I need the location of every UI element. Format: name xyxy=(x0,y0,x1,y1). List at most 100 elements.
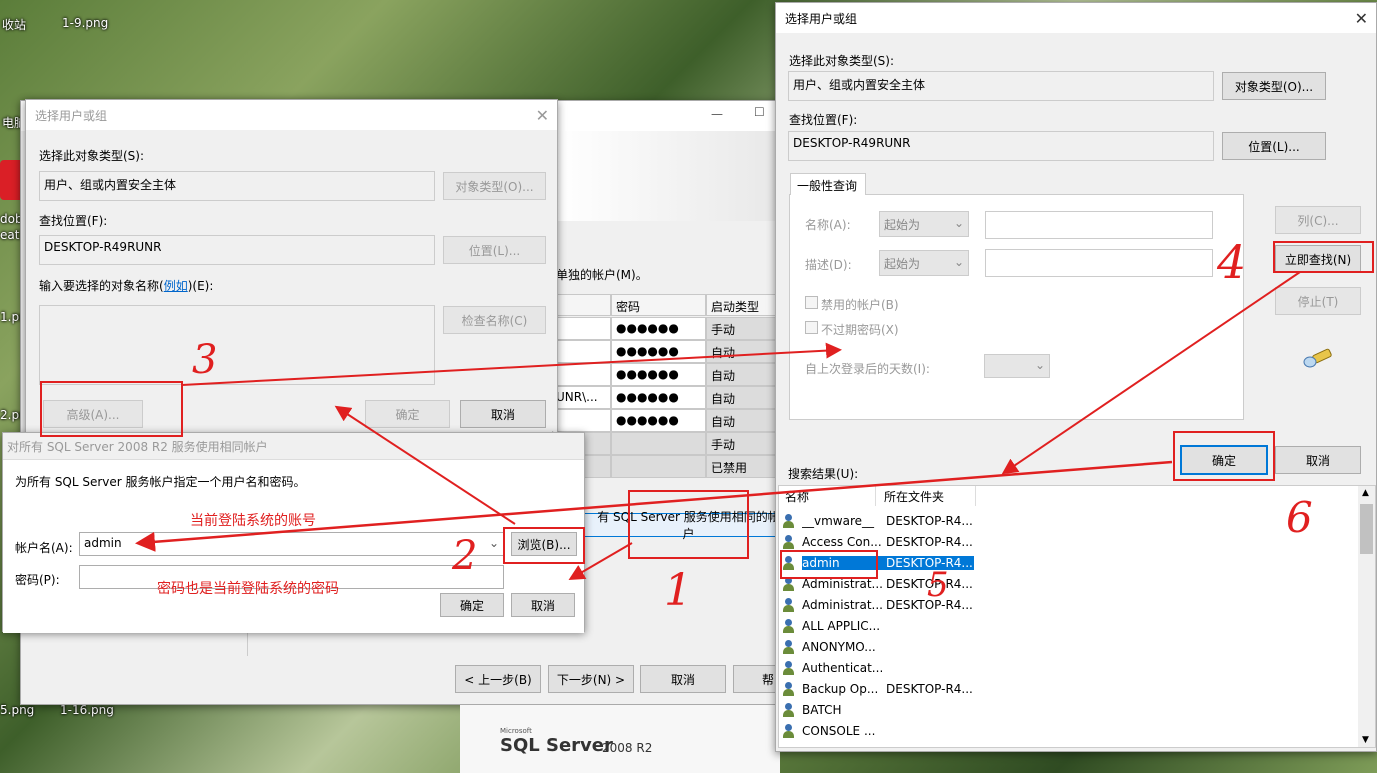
result-row[interactable]: __vmware__ DESKTOP-R4... xyxy=(783,510,974,531)
name-mode-select[interactable]: 起始为 ⌄ xyxy=(879,211,969,237)
grid-cell-password[interactable]: ●●●●●● xyxy=(611,386,706,409)
scroll-up-icon[interactable]: ▲ xyxy=(1362,488,1369,498)
back-button[interactable]: < 上一步(B) xyxy=(455,665,541,693)
chevron-down-icon: ⌄ xyxy=(953,255,964,269)
location-button[interactable]: 位置(L)... xyxy=(1222,132,1326,160)
same-account-dialog: 对所有 SQL Server 2008 R2 服务使用相同帐户 为所有 SQL … xyxy=(2,432,585,633)
help-button[interactable]: 帮 xyxy=(733,665,781,693)
search-results-label: 搜索结果(U): xyxy=(788,467,859,481)
result-folder: DESKTOP-R4... xyxy=(886,681,973,696)
user-group-icon xyxy=(783,681,799,696)
user-group-icon xyxy=(783,639,799,654)
desktop-icon-label[interactable]: 1-9.png xyxy=(62,16,108,30)
small-dialog-title: 选择用户或组 xyxy=(26,100,557,130)
result-row[interactable]: ANONYMO... xyxy=(783,636,974,657)
maximize-icon[interactable]: ☐ xyxy=(754,105,765,119)
sql-server-logo-text: SQL Server xyxy=(500,735,613,756)
non-expiring-checkbox[interactable] xyxy=(805,321,818,334)
account-instruction: 为所有 SQL Server 服务帐户指定一个用户名和密码。 xyxy=(15,475,306,489)
result-folder: DESKTOP-R4... xyxy=(886,534,973,549)
desktop-icon-label[interactable]: 收站 xyxy=(2,16,26,33)
desktop-icon-label[interactable]: 5.png xyxy=(0,703,34,717)
user-group-icon xyxy=(783,702,799,717)
result-name: Access Con... xyxy=(802,534,882,549)
grid-cell-account[interactable] xyxy=(551,363,611,386)
location-label: 查找位置(F): xyxy=(39,214,108,228)
desc-mode-select[interactable]: 起始为 ⌄ xyxy=(879,250,969,276)
days-select[interactable]: ⌄ xyxy=(984,354,1050,378)
account-cancel-button[interactable]: 取消 xyxy=(511,593,575,617)
result-row[interactable]: Backup Op... DESKTOP-R4... xyxy=(783,678,974,699)
tab-general-query[interactable]: 一般性查询 xyxy=(790,173,866,195)
grid-cell-startup[interactable]: 手动 xyxy=(706,432,781,455)
result-name: __vmware__ xyxy=(802,513,875,528)
grid-cell-startup[interactable]: 自动 xyxy=(706,409,781,432)
columns-button[interactable]: 列(C)... xyxy=(1275,206,1361,234)
grid-cell-startup[interactable]: 自动 xyxy=(706,386,781,409)
annotation-current-account: 当前登陆系统的账号 xyxy=(190,513,316,529)
result-row[interactable]: ALL APPLIC... xyxy=(783,615,974,636)
grid-cell-password[interactable]: ●●●●●● xyxy=(611,317,706,340)
desktop-icon-label[interactable]: 1-16.png xyxy=(60,703,114,717)
result-row[interactable]: Access Con... DESKTOP-R4... xyxy=(783,531,974,552)
location-field: DESKTOP-R49RUNR xyxy=(39,235,435,265)
user-group-icon xyxy=(783,723,799,738)
location-button[interactable]: 位置(L)... xyxy=(443,236,546,264)
grid-cell-account[interactable] xyxy=(551,317,611,340)
grid-cell-password[interactable]: ●●●●●● xyxy=(611,340,706,363)
grid-cell-account[interactable] xyxy=(551,409,611,432)
scrollbar[interactable]: ▲ ▼ xyxy=(1358,486,1375,747)
browse-button[interactable]: 浏览(B)... xyxy=(511,532,577,556)
microsoft-label: Microsoft xyxy=(500,727,532,735)
grid-cell-account[interactable]: UNR\... xyxy=(551,386,611,409)
grid-cell-startup[interactable]: 已禁用 xyxy=(706,455,781,478)
user-group-icon xyxy=(783,513,799,528)
close-icon[interactable]: ✕ xyxy=(536,106,549,125)
grid-cell-password[interactable]: ●●●●●● xyxy=(611,363,706,386)
grid-cell-password[interactable] xyxy=(611,432,706,455)
results-header-folder[interactable]: 所在文件夹 xyxy=(876,486,976,506)
scroll-down-icon[interactable]: ▼ xyxy=(1362,735,1369,745)
name-input[interactable] xyxy=(985,211,1213,239)
description-label: 描述(D): xyxy=(805,258,852,272)
object-type-button[interactable]: 对象类型(O)... xyxy=(1222,72,1326,100)
description-input[interactable] xyxy=(985,249,1213,277)
scroll-thumb[interactable] xyxy=(1360,504,1373,554)
results-header-name[interactable]: 名称 xyxy=(779,486,876,506)
wizard-cancel-button[interactable]: 取消 xyxy=(640,665,726,693)
close-icon[interactable]: ✕ xyxy=(1355,9,1368,28)
example-link[interactable]: 例如 xyxy=(164,279,188,293)
small-cancel-button[interactable]: 取消 xyxy=(460,400,546,428)
grid-header-startup: 启动类型 xyxy=(706,294,781,316)
location-label: 查找位置(F): xyxy=(789,113,858,127)
advanced-button[interactable]: 高级(A)... xyxy=(43,400,143,428)
result-row[interactable]: CONSOLE ... xyxy=(783,720,974,741)
grid-cell-password[interactable] xyxy=(611,455,706,478)
name-label: 名称(A): xyxy=(805,218,851,232)
large-ok-button[interactable]: 确定 xyxy=(1180,445,1268,475)
object-type-button[interactable]: 对象类型(O)... xyxy=(443,172,546,200)
account-ok-button[interactable]: 确定 xyxy=(440,593,504,617)
account-name-combo[interactable]: admin ⌄ xyxy=(79,532,504,556)
find-now-button[interactable]: 立即查找(N) xyxy=(1275,245,1361,273)
grid-cell-startup[interactable]: 自动 xyxy=(706,340,781,363)
check-names-button[interactable]: 检查名称(C) xyxy=(443,306,546,334)
next-button[interactable]: 下一步(N) > xyxy=(548,665,634,693)
grid-cell-account[interactable] xyxy=(551,340,611,363)
non-expiring-label: 不过期密码(X) xyxy=(821,323,899,337)
result-row[interactable]: Authenticat... xyxy=(783,657,974,678)
small-ok-button[interactable]: 确定 xyxy=(365,400,450,428)
result-row[interactable]: BATCH xyxy=(783,699,974,720)
disabled-accounts-checkbox[interactable] xyxy=(805,296,818,309)
large-cancel-button[interactable]: 取消 xyxy=(1275,446,1361,474)
result-name: Administrat... xyxy=(802,597,882,612)
stop-button[interactable]: 停止(T) xyxy=(1275,287,1361,315)
grid-cell-startup[interactable]: 自动 xyxy=(706,363,781,386)
object-names-textarea[interactable] xyxy=(39,305,435,385)
grid-cell-password[interactable]: ●●●●●● xyxy=(611,409,706,432)
result-name: BATCH xyxy=(802,702,842,717)
chevron-down-icon[interactable]: ⌄ xyxy=(489,536,499,550)
minimize-icon[interactable]: — xyxy=(711,107,723,121)
wizard-header-banner xyxy=(556,131,781,221)
grid-cell-startup[interactable]: 手动 xyxy=(706,317,781,340)
